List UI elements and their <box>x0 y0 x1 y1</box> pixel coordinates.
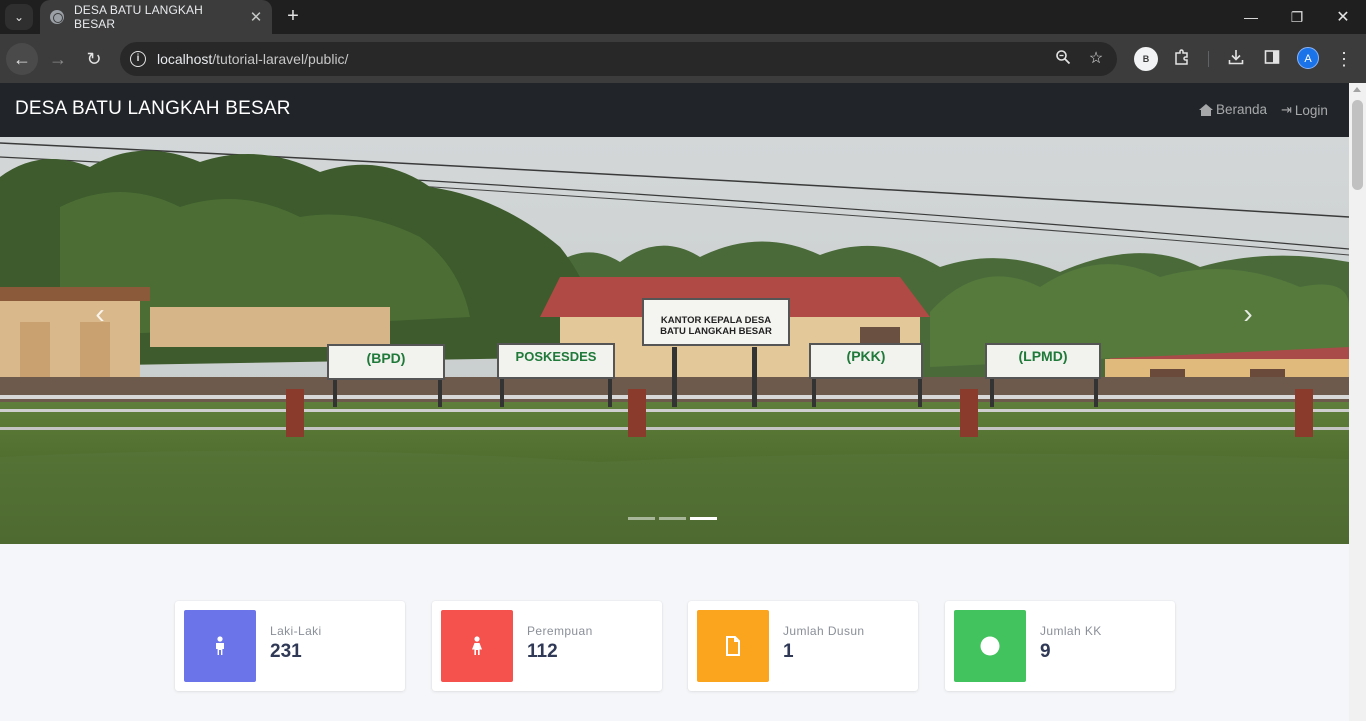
tab-title: DESA BATU LANGKAH BESAR <box>74 3 203 31</box>
stat-value: 231 <box>270 641 302 662</box>
file-icon <box>697 610 769 682</box>
circle-icon <box>954 610 1026 682</box>
page-viewport: DESA BATU LANGKAH BESAR Beranda ⇥ Login <box>0 83 1349 721</box>
carousel-indicator[interactable] <box>659 517 686 520</box>
stats-row: Laki-Laki 231 Perempuan 112 Jumlah Dusun… <box>175 601 1175 691</box>
nav-link-label: Login <box>1294 102 1328 118</box>
carousel-next-icon[interactable]: › <box>1228 299 1268 329</box>
sign-main-subtitle: BATU LANGKAH BESAR <box>660 326 772 337</box>
carousel-prev-icon[interactable]: ‹ <box>80 299 120 329</box>
tab-list-icon[interactable]: ⌄ <box>5 4 33 30</box>
hero-carousel: (BPD) POSKESDES KANTOR KEPALA DESA BATU … <box>0 137 1349 544</box>
account-avatar[interactable]: A <box>1297 47 1319 69</box>
site-brand[interactable]: DESA BATU LANGKAH BESAR <box>15 98 291 120</box>
scroll-thumb[interactable] <box>1352 100 1363 190</box>
minimize-icon[interactable]: — <box>1228 0 1274 34</box>
bookmark-star-icon[interactable]: ☆ <box>1086 49 1106 69</box>
new-tab-icon[interactable]: + <box>282 4 304 28</box>
stat-label: Jumlah KK <box>1040 624 1102 638</box>
back-icon[interactable]: ← <box>6 43 38 75</box>
tab-close-icon[interactable]: ✕ <box>246 8 266 26</box>
login-icon: ⇥ <box>1281 102 1292 117</box>
menu-icon[interactable]: ⋮ <box>1333 48 1355 70</box>
stat-card-jumlah-dusun: Jumlah Dusun 1 <box>688 601 918 691</box>
url-text[interactable]: localhost/tutorial-laravel/public/ <box>157 51 348 67</box>
home-icon <box>1199 103 1213 116</box>
download-icon[interactable] <box>1225 48 1247 70</box>
stat-value: 1 <box>783 641 794 662</box>
stat-card-laki-laki: Laki-Laki 231 <box>175 601 405 691</box>
stat-card-jumlah-kk: Jumlah KK 9 <box>945 601 1175 691</box>
male-icon <box>184 610 256 682</box>
stat-card-perempuan: Perempuan 112 <box>432 601 662 691</box>
restore-icon[interactable]: ❐ <box>1274 0 1320 34</box>
tab-favicon <box>50 10 64 24</box>
stat-label: Perempuan <box>527 624 593 638</box>
browser-toolbar: ← → ↻ i localhost/tutorial-laravel/publi… <box>0 34 1366 83</box>
nav-link-login[interactable]: ⇥ Login <box>1281 102 1328 118</box>
scroll-up-icon[interactable] <box>1353 87 1361 92</box>
carousel-slide-image: (BPD) POSKESDES KANTOR KEPALA DESA BATU … <box>0 137 1349 544</box>
window-close-icon[interactable]: ✕ <box>1320 0 1366 34</box>
toolbar-separator <box>1208 51 1209 67</box>
carousel-indicator-active[interactable] <box>690 517 717 520</box>
profile-icon[interactable]: B <box>1134 47 1158 71</box>
sign-poskesdes: POSKESDES <box>516 349 597 364</box>
browser-tab-bar: ⌄ DESA BATU LANGKAH BESAR ✕ + — ❐ ✕ <box>0 0 1366 34</box>
browser-tab[interactable]: DESA BATU LANGKAH BESAR ✕ <box>40 0 272 34</box>
carousel-indicator[interactable] <box>628 517 655 520</box>
site-navbar: DESA BATU LANGKAH BESAR Beranda ⇥ Login <box>0 83 1349 137</box>
stat-label: Jumlah Dusun <box>783 624 865 638</box>
stat-label: Laki-Laki <box>270 624 322 638</box>
site-info-icon[interactable]: i <box>130 51 146 67</box>
sign-pkk: (PKK) <box>847 348 886 364</box>
stat-value: 9 <box>1040 641 1051 662</box>
female-icon <box>441 610 513 682</box>
zoom-icon[interactable] <box>1053 49 1073 69</box>
sign-lpmd: (LPMD) <box>1019 348 1068 364</box>
sign-main-title: KANTOR KEPALA DESA <box>661 315 771 326</box>
nav-link-label: Beranda <box>1216 102 1268 117</box>
address-bar[interactable]: i localhost/tutorial-laravel/public/ ☆ <box>120 42 1117 76</box>
page-scrollbar[interactable] <box>1349 83 1366 721</box>
extensions-icon[interactable] <box>1171 48 1193 70</box>
reload-icon[interactable]: ↻ <box>78 43 110 75</box>
stat-value: 112 <box>527 641 558 662</box>
nav-link-beranda[interactable]: Beranda <box>1199 102 1267 117</box>
sign-bpd: (BPD) <box>367 350 406 366</box>
side-panel-icon[interactable] <box>1261 48 1283 70</box>
carousel-indicators <box>628 517 717 520</box>
forward-icon[interactable]: → <box>42 43 74 75</box>
